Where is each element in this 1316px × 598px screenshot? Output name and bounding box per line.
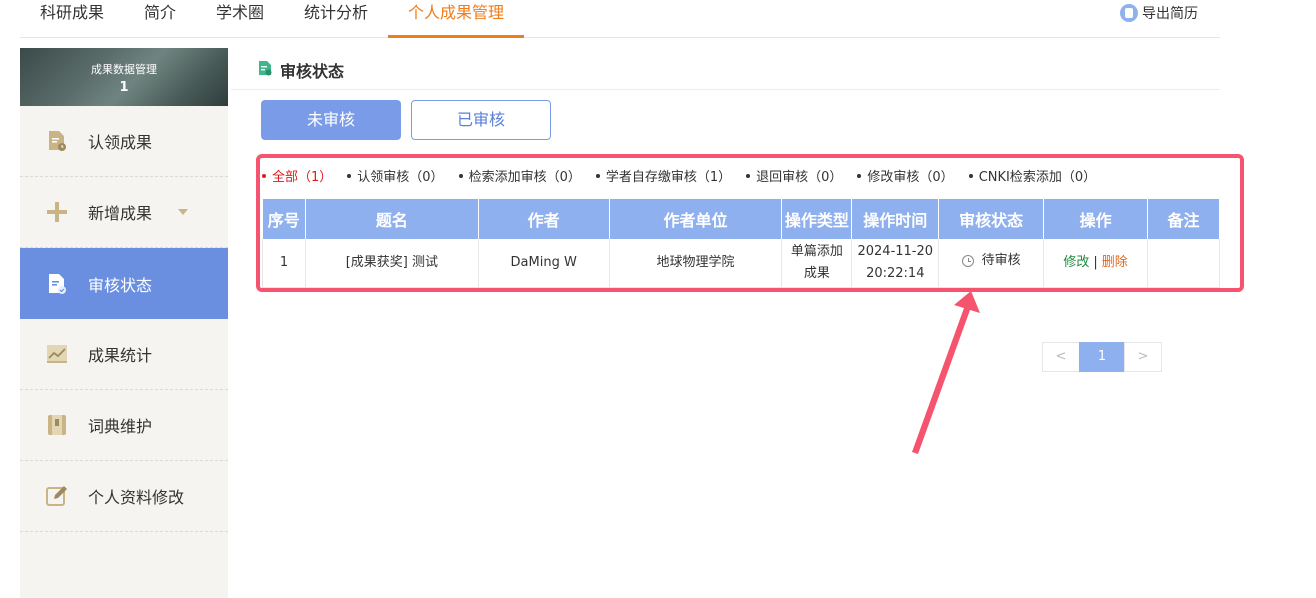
- plus-icon: [46, 201, 68, 223]
- sidebar-item-profile-edit[interactable]: 个人资料修改: [20, 461, 228, 532]
- sidebar-item-add-results[interactable]: 新增成果: [20, 177, 228, 248]
- sidebar-item-dictionary[interactable]: 词典维护: [20, 390, 228, 461]
- page-1-button[interactable]: 1: [1079, 342, 1125, 372]
- document-check-icon: [46, 273, 68, 295]
- sidebar-item-review-status[interactable]: 审核状态: [20, 248, 228, 319]
- next-page-button[interactable]: >: [1124, 342, 1162, 372]
- export-resume-button[interactable]: 导出简历: [1120, 3, 1198, 23]
- edit-icon: [46, 485, 68, 507]
- sidebar-item-results-statistics[interactable]: 成果统计: [20, 319, 228, 390]
- pending-review-button[interactable]: 未审核: [261, 100, 401, 140]
- chart-icon: [46, 343, 68, 365]
- sidebar-item-label: 审核状态: [88, 275, 153, 295]
- tab-personal-results[interactable]: 个人成果管理: [408, 0, 504, 38]
- sidebar-item-claim-results[interactable]: 认领成果: [20, 106, 228, 177]
- document-check-icon: [258, 60, 272, 80]
- chevron-down-icon[interactable]: [178, 209, 188, 215]
- prev-page-button[interactable]: <: [1042, 342, 1080, 372]
- sidebar-header-title: 成果数据管理: [91, 63, 157, 76]
- export-resume-label: 导出简历: [1142, 6, 1198, 22]
- reviewed-button[interactable]: 已审核: [411, 100, 551, 140]
- active-tab-underline: [388, 35, 524, 38]
- tab-academic-circle[interactable]: 学术圈: [216, 0, 264, 38]
- highlight-annotation-box: [256, 154, 1244, 292]
- tab-statistics[interactable]: 统计分析: [304, 0, 368, 38]
- title-divider: [231, 89, 1220, 90]
- document-clock-icon: [46, 130, 68, 152]
- pagination: < 1 >: [1042, 342, 1162, 372]
- sidebar-item-label: 新增成果: [88, 204, 153, 223]
- sidebar-item-label: 成果统计: [88, 346, 153, 365]
- book-icon: [46, 414, 68, 436]
- top-nav: 科研成果 简介 学术圈 统计分析 个人成果管理: [20, 0, 1220, 38]
- sidebar-header-count: 1: [119, 80, 129, 95]
- sidebar: 成果数据管理 1 认领成果 新增成果 审核状态 成果统计 词典维护 个人资料修改: [20, 48, 228, 598]
- tab-intro[interactable]: 简介: [144, 0, 176, 38]
- sidebar-item-label: 词典维护: [88, 417, 153, 436]
- page-title: 审核状态: [258, 58, 344, 82]
- sidebar-item-label: 个人资料修改: [88, 488, 185, 507]
- resume-icon: [1120, 4, 1138, 22]
- sidebar-item-label: 认领成果: [88, 133, 153, 152]
- sidebar-header: 成果数据管理 1: [20, 48, 228, 106]
- tab-research-results[interactable]: 科研成果: [40, 0, 104, 38]
- page-title-text: 审核状态: [280, 62, 345, 81]
